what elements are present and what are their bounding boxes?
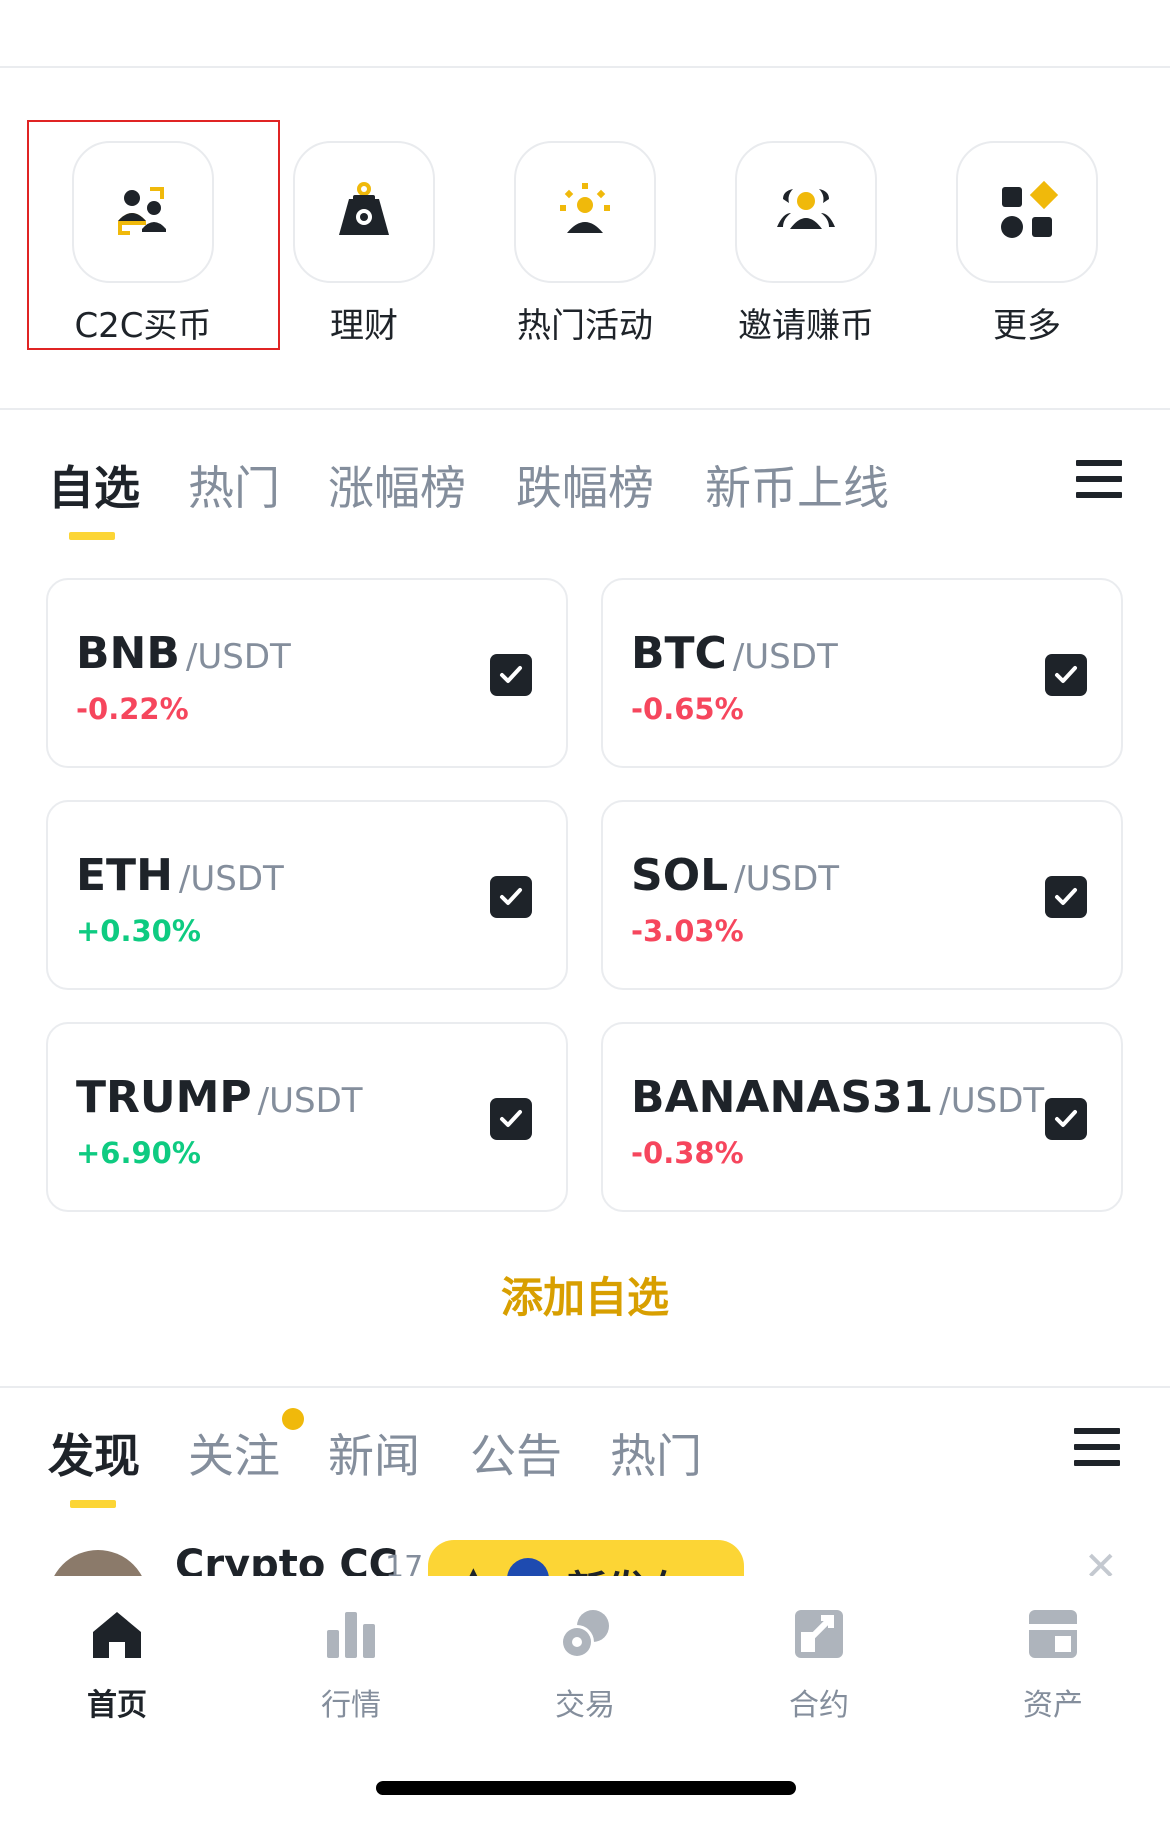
price-change: -0.65% bbox=[631, 692, 744, 726]
pair-symbol: BANANAS31/USDT bbox=[631, 1072, 1044, 1123]
watchlist-card-trump[interactable]: TRUMP/USDT +6.90% bbox=[46, 1022, 568, 1212]
checkbox-checked-icon[interactable] bbox=[490, 1098, 532, 1140]
nav-label: 资产 bbox=[1023, 1688, 1083, 1723]
pair-symbol: SOL/USDT bbox=[631, 850, 839, 901]
tab-hot[interactable]: 热门 bbox=[188, 452, 280, 518]
watchlist-card-bananas31[interactable]: BANANAS31/USDT -0.38% bbox=[601, 1022, 1123, 1212]
tab-gainers[interactable]: 涨幅榜 bbox=[328, 452, 466, 518]
nav-label: 行情 bbox=[321, 1688, 381, 1723]
nav-trade[interactable]: 交易 bbox=[468, 1606, 702, 1724]
price-change: -0.38% bbox=[631, 1136, 744, 1170]
notification-dot bbox=[282, 1408, 304, 1430]
shortcut-more[interactable]: 更多 bbox=[927, 138, 1127, 348]
post-time: 17 bbox=[385, 1550, 424, 1576]
top-divider bbox=[0, 66, 1170, 68]
checkbox-checked-icon[interactable] bbox=[490, 876, 532, 918]
arrow-up-icon: ▲ bbox=[458, 1558, 489, 1576]
price-change: -3.03% bbox=[631, 914, 744, 948]
active-tab-indicator bbox=[70, 1500, 116, 1508]
quote-asset: /USDT bbox=[732, 637, 838, 677]
nav-futures[interactable]: 合约 bbox=[702, 1606, 936, 1724]
checkbox-checked-icon[interactable] bbox=[1045, 654, 1087, 696]
market-tabs: 自选 热门 涨幅榜 跌幅榜 新币上线 bbox=[48, 452, 1128, 532]
base-asset: BANANAS31 bbox=[631, 1072, 934, 1123]
campaign-tile[interactable] bbox=[514, 141, 656, 283]
nav-markets[interactable]: 行情 bbox=[234, 1606, 468, 1724]
feed-post-preview[interactable]: Crypto CC 17 ▲ 新发布 ✕ bbox=[0, 1540, 1170, 1576]
base-asset: SOL bbox=[631, 850, 729, 901]
tab-losers[interactable]: 跌幅榜 bbox=[516, 452, 654, 518]
tab-following[interactable]: 关注 bbox=[188, 1420, 280, 1486]
avatar[interactable] bbox=[48, 1550, 148, 1576]
shortcut-label: 邀请赚币 bbox=[738, 306, 874, 346]
more-icon bbox=[1001, 180, 1059, 238]
shortcut-earn[interactable]: 理财 bbox=[264, 138, 464, 348]
tab-discover[interactable]: 发现 bbox=[48, 1420, 140, 1486]
nav-label: 交易 bbox=[555, 1688, 615, 1723]
tab-watchlist[interactable]: 自选 bbox=[48, 452, 140, 518]
shortcut-label: 理财 bbox=[330, 306, 398, 346]
checkbox-checked-icon[interactable] bbox=[490, 654, 532, 696]
nav-label: 首页 bbox=[87, 1688, 147, 1723]
new-post-button[interactable]: ▲ 新发布 bbox=[428, 1540, 744, 1576]
watchlist-card-sol[interactable]: SOL/USDT -3.03% bbox=[601, 800, 1123, 990]
price-change: -0.22% bbox=[76, 692, 189, 726]
earn-icon bbox=[339, 182, 389, 235]
quote-asset: /USDT bbox=[257, 1081, 363, 1121]
markets-icon bbox=[327, 1612, 375, 1658]
add-watchlist-button[interactable]: 添加自选 bbox=[0, 1264, 1170, 1325]
base-asset: TRUMP bbox=[76, 1072, 252, 1123]
earn-tile[interactable] bbox=[293, 141, 435, 283]
home-icon bbox=[93, 1612, 141, 1658]
price-change: +6.90% bbox=[76, 1136, 201, 1170]
feed-menu-icon[interactable] bbox=[1074, 1428, 1120, 1468]
price-change: +0.30% bbox=[76, 914, 201, 948]
futures-icon bbox=[795, 1610, 843, 1658]
base-asset: ETH bbox=[76, 850, 173, 901]
nav-label: 合约 bbox=[789, 1688, 849, 1723]
referral-tile[interactable] bbox=[735, 141, 877, 283]
shortcut-campaign[interactable]: 热门活动 bbox=[485, 138, 685, 348]
nav-home[interactable]: 首页 bbox=[0, 1606, 234, 1724]
referral-icon bbox=[777, 189, 835, 229]
tab-trending[interactable]: 热门 bbox=[610, 1420, 702, 1486]
checkbox-checked-icon[interactable] bbox=[1045, 1098, 1087, 1140]
campaign-icon bbox=[560, 183, 610, 233]
new-post-label: 新发布 bbox=[567, 1558, 687, 1576]
section-divider bbox=[0, 408, 1170, 410]
close-icon[interactable]: ✕ bbox=[1084, 1544, 1118, 1576]
tab-news[interactable]: 新闻 bbox=[328, 1420, 420, 1486]
binance-logo-icon bbox=[506, 1558, 549, 1576]
tab-announcements[interactable]: 公告 bbox=[470, 1420, 562, 1486]
base-asset: BNB bbox=[76, 628, 180, 679]
pair-symbol: TRUMP/USDT bbox=[76, 1072, 363, 1123]
tab-new-listings[interactable]: 新币上线 bbox=[705, 452, 889, 518]
watchlist-card-btc[interactable]: BTC/USDT -0.65% bbox=[601, 578, 1123, 768]
post-author: Crypto CC bbox=[175, 1542, 399, 1576]
quote-asset: /USDT bbox=[939, 1081, 1045, 1121]
watchlist-card-eth[interactable]: ETH/USDT +0.30% bbox=[46, 800, 568, 990]
base-asset: BTC bbox=[631, 628, 727, 679]
market-menu-icon[interactable] bbox=[1076, 460, 1122, 500]
pair-symbol: BNB/USDT bbox=[76, 628, 291, 679]
shortcut-label: 更多 bbox=[993, 306, 1061, 346]
pair-symbol: BTC/USDT bbox=[631, 628, 838, 679]
trade-icon bbox=[560, 1610, 609, 1659]
more-tile[interactable] bbox=[956, 141, 1098, 283]
quote-asset: /USDT bbox=[185, 637, 291, 677]
shortcut-label: 热门活动 bbox=[517, 306, 653, 346]
checkbox-checked-icon[interactable] bbox=[1045, 876, 1087, 918]
wallet-icon bbox=[1029, 1610, 1077, 1658]
pair-symbol: ETH/USDT bbox=[76, 850, 284, 901]
quote-asset: /USDT bbox=[178, 859, 284, 899]
active-tab-indicator bbox=[69, 532, 115, 540]
watchlist-card-bnb[interactable]: BNB/USDT -0.22% bbox=[46, 578, 568, 768]
home-indicator bbox=[376, 1781, 796, 1795]
highlight-box bbox=[27, 120, 280, 350]
section-divider bbox=[0, 1386, 1170, 1388]
quote-asset: /USDT bbox=[734, 859, 840, 899]
feed-tabs: 发现 关注 新闻 公告 热门 bbox=[48, 1420, 1128, 1500]
nav-assets[interactable]: 资产 bbox=[936, 1606, 1170, 1724]
shortcut-referral[interactable]: 邀请赚币 bbox=[706, 138, 906, 348]
